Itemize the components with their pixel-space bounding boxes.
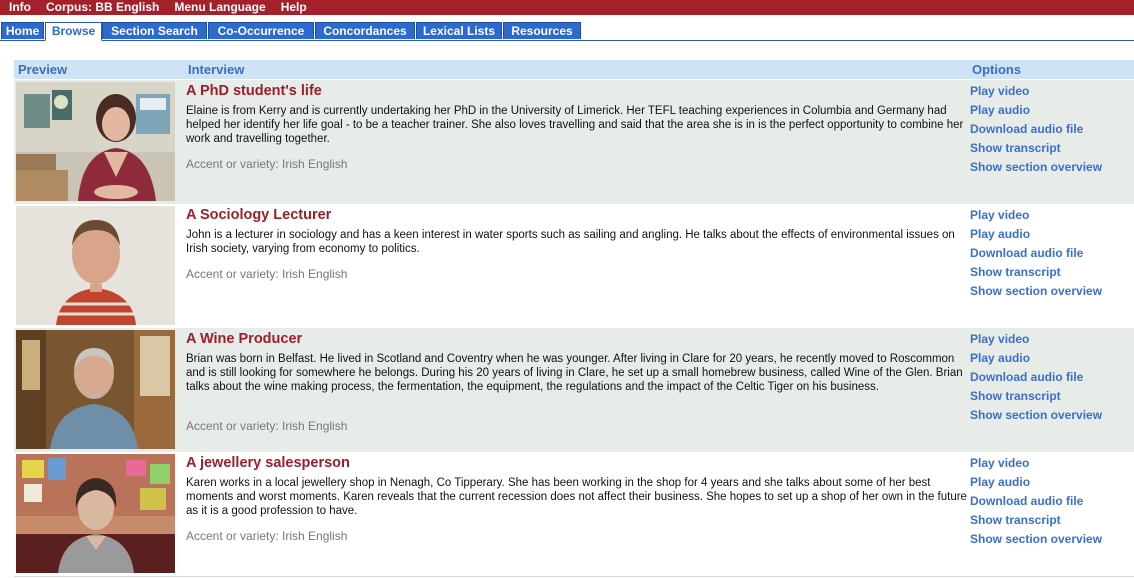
table-row: A PhD student's life Elaine is from Kerr… [14, 80, 1134, 205]
interview-title[interactable]: A PhD student's life [186, 83, 322, 99]
play-audio-link[interactable]: Play audio [970, 101, 1130, 120]
table-header: Preview Interview Options [14, 60, 1134, 79]
download-audio-file-link[interactable]: Download audio file [970, 368, 1130, 387]
show-section-overview-link[interactable]: Show section overview [970, 158, 1130, 177]
tab-section-search[interactable]: Section Search [102, 22, 207, 39]
play-video-link[interactable]: Play video [970, 454, 1130, 473]
top-menu-bar: Info Corpus: BB English Menu Language He… [0, 0, 1134, 15]
show-transcript-link[interactable]: Show transcript [970, 263, 1130, 282]
show-section-overview-link[interactable]: Show section overview [970, 530, 1130, 549]
play-video-link[interactable]: Play video [970, 82, 1130, 101]
tab-resources[interactable]: Resources [503, 22, 581, 39]
interview-description: Brian was born in Belfast. He lived in S… [186, 353, 963, 394]
column-header-preview: Preview [18, 62, 68, 77]
tab-browse[interactable]: Browse [45, 22, 102, 41]
menu-item-info[interactable]: Info [9, 0, 31, 15]
show-section-overview-link[interactable]: Show section overview [970, 282, 1130, 301]
interview-title[interactable]: A Wine Producer [186, 331, 302, 347]
show-section-overview-link[interactable]: Show section overview [970, 406, 1130, 425]
interview-description: Karen works in a local jewellery shop in… [186, 477, 967, 518]
options-list: Play video Play audio Download audio fil… [970, 454, 1130, 549]
accent-variety: Accent or variety: Irish English [186, 529, 348, 543]
play-audio-link[interactable]: Play audio [970, 225, 1130, 244]
show-transcript-link[interactable]: Show transcript [970, 511, 1130, 530]
download-audio-file-link[interactable]: Download audio file [970, 492, 1130, 511]
tab-co-occurrence[interactable]: Co-Occurrence [208, 22, 314, 39]
accent-variety: Accent or variety: Irish English [186, 267, 348, 281]
video-preview-thumbnail[interactable] [16, 330, 175, 449]
options-list: Play video Play audio Download audio fil… [970, 206, 1130, 301]
show-transcript-link[interactable]: Show transcript [970, 139, 1130, 158]
table-row: A jewellery salesperson Karen works in a… [14, 452, 1134, 577]
table-row: A Wine Producer Brian was born in Belfas… [14, 328, 1134, 453]
options-list: Play video Play audio Download audio fil… [970, 82, 1130, 177]
tab-concordances[interactable]: Concordances [315, 22, 415, 39]
show-transcript-link[interactable]: Show transcript [970, 387, 1130, 406]
play-video-link[interactable]: Play video [970, 330, 1130, 349]
table-row: A Sociology Lecturer John is a lecturer … [14, 204, 1134, 329]
options-list: Play video Play audio Download audio fil… [970, 330, 1130, 425]
interview-description: Elaine is from Kerry and is currently un… [186, 105, 964, 146]
accent-variety: Accent or variety: Irish English [186, 419, 348, 433]
column-header-options: Options [972, 62, 1022, 77]
interview-title[interactable]: A jewellery salesperson [186, 455, 350, 471]
video-preview-thumbnail[interactable] [16, 454, 175, 573]
tab-bar: Home Browse Section Search Co-Occurrence… [0, 22, 1134, 41]
video-preview-thumbnail[interactable] [16, 206, 175, 325]
column-header-interview: Interview [188, 62, 245, 77]
menu-item-help[interactable]: Help [281, 0, 307, 15]
play-audio-link[interactable]: Play audio [970, 473, 1130, 492]
interview-title[interactable]: A Sociology Lecturer [186, 207, 331, 223]
download-audio-file-link[interactable]: Download audio file [970, 244, 1130, 263]
video-preview-thumbnail[interactable] [16, 82, 175, 201]
download-audio-file-link[interactable]: Download audio file [970, 120, 1130, 139]
tab-home[interactable]: Home [1, 22, 44, 39]
menu-item-corpus[interactable]: Corpus: BB English [46, 0, 159, 15]
interview-description: John is a lecturer in sociology and has … [186, 229, 955, 256]
play-video-link[interactable]: Play video [970, 206, 1130, 225]
accent-variety: Accent or variety: Irish English [186, 157, 348, 171]
tab-lexical-lists[interactable]: Lexical Lists [416, 22, 502, 39]
menu-item-menu-language[interactable]: Menu Language [174, 0, 265, 15]
play-audio-link[interactable]: Play audio [970, 349, 1130, 368]
